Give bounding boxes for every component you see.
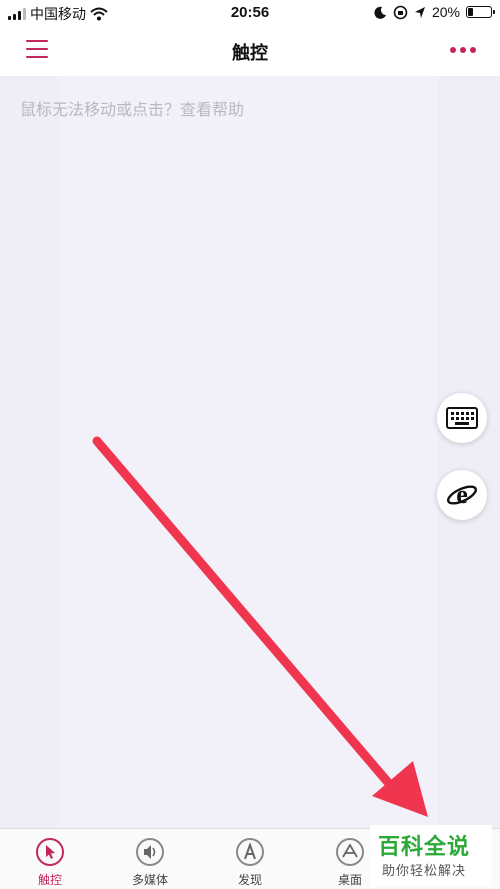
rotation-lock-icon xyxy=(393,5,408,19)
tab-label: 发现 xyxy=(237,873,262,887)
desktop-icon xyxy=(336,838,364,866)
tab-touch[interactable]: 触控 xyxy=(0,829,100,889)
battery-percent: 20% xyxy=(431,4,460,20)
page-title: 触控 xyxy=(232,43,268,63)
watermark-title: 百科全说 xyxy=(378,834,471,859)
location-icon xyxy=(414,6,425,18)
tab-label: 触控 xyxy=(37,873,62,887)
battery-icon xyxy=(466,6,495,18)
touchpad-area[interactable]: 鼠标无法移动或点击？查看帮助 e xyxy=(0,76,500,828)
tab-multimedia[interactable]: 多媒体 xyxy=(100,829,200,889)
discover-icon xyxy=(236,838,264,866)
tab-label: 多媒体 xyxy=(131,873,168,887)
browser-button[interactable]: e xyxy=(437,470,487,520)
keyboard-icon xyxy=(446,407,478,429)
touchpad-surface[interactable] xyxy=(60,76,438,828)
internet-explorer-icon: e xyxy=(446,480,478,509)
moon-icon xyxy=(374,6,386,19)
tab-label: 桌面 xyxy=(337,873,362,887)
tab-discover[interactable]: 发现 xyxy=(200,829,300,889)
help-hint-link[interactable]: 鼠标无法移动或点击？查看帮助 xyxy=(20,96,244,120)
keyboard-button[interactable] xyxy=(437,393,487,443)
more-icon[interactable] xyxy=(450,47,476,53)
status-bar: 中国移动 20:56 20% xyxy=(0,0,500,26)
battery-fill xyxy=(468,8,473,16)
watermark-subtitle: 助你轻松解决 xyxy=(382,863,467,878)
status-right: 20% xyxy=(374,4,495,20)
svg-text:e: e xyxy=(456,480,468,509)
cursor-icon xyxy=(36,838,64,866)
nav-bar: 触控 xyxy=(0,26,500,76)
speaker-icon xyxy=(136,838,164,866)
watermark: 百科全说 助你轻松解决 xyxy=(370,825,492,887)
